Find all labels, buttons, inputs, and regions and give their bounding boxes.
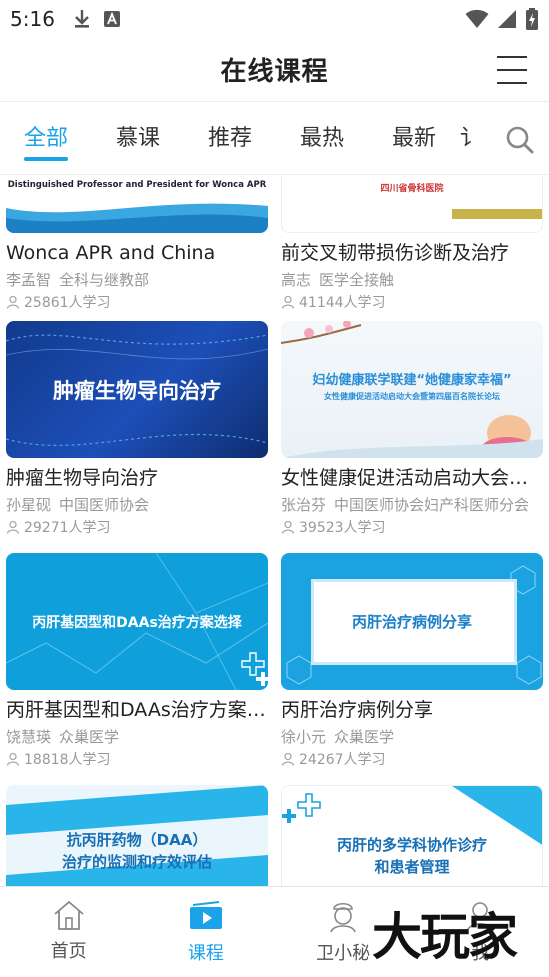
tab-recommended[interactable]: 推荐 <box>184 103 276 175</box>
course-meta: 高志 医学全接触 <box>281 270 543 290</box>
course-thumbnail: 丙肝的多学科协作诊疗 和患者管理 <box>281 785 543 886</box>
battery-icon <box>526 8 538 30</box>
nurse-icon <box>330 902 356 933</box>
status-time: 5:16 <box>10 7 55 31</box>
watermark-logo: 大玩家 <box>372 908 518 966</box>
course-learners: 29271人学习 <box>6 517 268 537</box>
course-icon <box>189 901 222 929</box>
course-card[interactable]: 抗丙肝药物（DAA） 治疗的监测和疗效评估 <box>6 785 268 886</box>
course-meta: 饶慧瑛 众巢医学 <box>6 727 268 747</box>
signal-icon <box>498 10 516 28</box>
category-tabs: 全部 慕课 推荐 最热 最新 讠 <box>0 103 549 175</box>
tab-partial[interactable]: 讠 <box>460 103 484 175</box>
course-learners: 24267人学习 <box>281 749 543 769</box>
nav-courses[interactable]: 课程 <box>137 887 274 977</box>
course-thumbnail: 妇幼健康联学联建“她健康家幸福” 女性健康促进活动启动大会暨第四届百名院长论坛 <box>281 321 543 458</box>
course-thumbnail: Distinguished Professor and President fo… <box>6 176 268 233</box>
course-title: 女性健康促进活动启动大会暨第四届百名院长论坛 <box>281 467 543 489</box>
course-meta: 孙星砚 中国医师协会 <box>6 495 268 515</box>
course-teacher: 高志 <box>281 271 312 289</box>
person-icon <box>6 295 20 309</box>
course-meta: 李孟智 全科与继教部 <box>6 270 268 290</box>
course-learners: 18818人学习 <box>6 749 268 769</box>
search-icon[interactable] <box>505 125 535 155</box>
person-icon <box>6 520 20 534</box>
page-title: 在线课程 <box>220 57 329 87</box>
course-meta: 张治芬 中国医师协会妇产科医师分会 <box>281 495 543 515</box>
course-thumbnail: 抗丙肝药物（DAA） 治疗的监测和疗效评估 <box>6 785 268 886</box>
course-learners: 25861人学习 <box>6 292 268 312</box>
status-bar: 5:16 <box>0 0 549 38</box>
tab-newest[interactable]: 最新 <box>368 103 460 175</box>
course-teacher: 饶慧瑛 <box>6 728 52 746</box>
course-org: 医学全接触 <box>319 271 395 289</box>
course-card[interactable]: Distinguished Professor and President fo… <box>6 176 268 312</box>
home-icon <box>54 900 84 930</box>
course-teacher: 徐小元 <box>281 728 327 746</box>
course-teacher: 孙星砚 <box>6 496 52 514</box>
course-card[interactable]: 丙肝基因型和DAAs治疗方案选择 丙肝基因型和DAAs治疗方案选择 饶慧瑛 众巢医… <box>6 553 268 769</box>
course-thumbnail: 丙肝治疗病例分享 <box>281 553 543 690</box>
course-org: 众巢医学 <box>59 728 120 746</box>
course-title: 丙肝治疗病例分享 <box>281 699 434 721</box>
tab-hottest[interactable]: 最热 <box>276 103 368 175</box>
course-title: 丙肝基因型和DAAs治疗方案选择 <box>6 699 268 721</box>
course-card[interactable]: 丙肝的多学科协作诊疗 和患者管理 <box>281 785 543 886</box>
course-teacher: 李孟智 <box>6 271 52 289</box>
person-icon <box>6 752 20 766</box>
nav-home[interactable]: 首页 <box>0 887 137 977</box>
person-icon <box>281 520 295 534</box>
course-card[interactable]: 肿瘤生物导向治疗 肿瘤生物导向治疗 孙星砚 中国医师协会 29271人学习 <box>6 321 268 537</box>
course-org: 众巢医学 <box>334 728 395 746</box>
menu-icon[interactable] <box>497 56 527 84</box>
course-org: 中国医师协会妇产科医师分会 <box>334 496 530 514</box>
course-meta: 徐小元 众巢医学 <box>281 727 543 747</box>
download-icon <box>74 10 89 28</box>
course-card[interactable]: 四川省骨科医院 前交叉韧带损伤诊断及治疗 高志 医学全接触 41144人学习 <box>281 176 543 312</box>
wave-decoration <box>6 203 268 233</box>
course-thumbnail: 丙肝基因型和DAAs治疗方案选择 <box>6 553 268 690</box>
app-notification-icon <box>103 11 120 27</box>
course-thumbnail: 肿瘤生物导向治疗 <box>6 321 268 458</box>
tab-all[interactable]: 全部 <box>0 103 92 175</box>
person-icon <box>281 752 295 766</box>
course-learners: 39523人学习 <box>281 517 543 537</box>
course-card[interactable]: 丙肝治疗病例分享 丙肝治疗病例分享 徐小元 众巢医学 24267人学习 <box>281 553 543 769</box>
course-title: Wonca APR and China <box>6 242 216 264</box>
title-bar: 在线课程 <box>0 38 549 102</box>
tab-mooc[interactable]: 慕课 <box>92 103 184 175</box>
course-list: Distinguished Professor and President fo… <box>0 176 549 886</box>
course-card[interactable]: 妇幼健康联学联建“她健康家幸福” 女性健康促进活动启动大会暨第四届百名院长论坛 … <box>281 321 543 537</box>
course-thumbnail: 四川省骨科医院 <box>281 176 543 233</box>
person-icon <box>281 295 295 309</box>
wifi-icon <box>465 9 489 28</box>
course-teacher: 张治芬 <box>281 496 327 514</box>
course-org: 中国医师协会 <box>59 496 150 514</box>
course-title: 肿瘤生物导向治疗 <box>6 467 159 489</box>
course-title: 前交叉韧带损伤诊断及治疗 <box>281 242 510 264</box>
flower-branch-decoration <box>281 321 543 458</box>
course-org: 全科与继教部 <box>59 271 150 289</box>
course-learners: 41144人学习 <box>281 292 543 312</box>
